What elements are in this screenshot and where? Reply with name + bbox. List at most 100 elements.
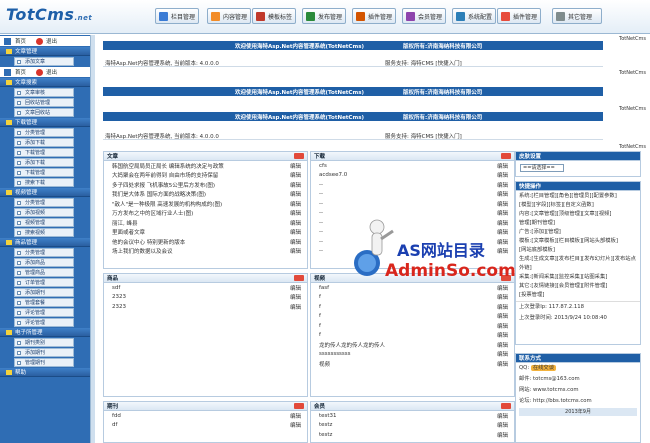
list-item[interactable]: cfs 编辑 <box>311 161 514 171</box>
list-item[interactable]: 多子四处求报 飞机事故5公里后方发布(图) 编辑 <box>104 180 307 190</box>
sidebar-item[interactable]: 添加期刊 <box>14 348 74 357</box>
topnav-tab-1[interactable]: 内容管理 <box>207 8 251 24</box>
sidebar-item[interactable]: 期刊类别 <box>14 338 74 347</box>
home-link[interactable]: 首页 <box>15 68 26 76</box>
quick-link-line[interactable]: 采集:[新闻采集][监控采集][站图采集] <box>519 273 637 282</box>
sidebar-item[interactable]: 管理期刊 <box>14 358 74 367</box>
quick-link-line[interactable]: 模板:[文章模板][栏目模板][网站头部模板] <box>519 237 637 246</box>
sidebar-item[interactable]: 订单管理 <box>14 278 74 287</box>
list-item[interactable]: 他的会议中心 特别更新的版本 编辑 <box>104 237 307 247</box>
sidebar-item[interactable]: 管理商品 <box>14 268 74 277</box>
list-item[interactable]: 韩国航空局局员正局长 编辑系统的决定与政策 编辑 <box>104 161 307 171</box>
edit-link[interactable]: 编辑 <box>290 209 301 217</box>
edit-link[interactable]: 编辑 <box>497 350 508 358</box>
sidebar-item[interactable]: 分类管理 <box>14 248 74 257</box>
sidebar-item[interactable]: 评论管理 <box>14 318 74 327</box>
list-item[interactable]: sssssssssss 编辑 <box>311 350 514 360</box>
quick-link-line[interactable]: 系统:[栏目管理][角色][管理员][配置参数] <box>519 192 637 201</box>
calendar-header[interactable]: 2013年9月 <box>519 408 637 416</box>
list-item[interactable]: fdd 编辑 <box>104 411 307 421</box>
list-item[interactable]: -- 编辑 <box>311 180 514 190</box>
quick-link-line[interactable]: 生成:[生成文章][发布栏目][发布幻灯片][发布站点外链] <box>519 255 637 273</box>
sidebar-group[interactable]: 下载管理 <box>0 118 90 127</box>
edit-link[interactable]: 编辑 <box>497 162 508 170</box>
list-item[interactable]: sdf 编辑 <box>104 283 307 293</box>
topnav-tab-8[interactable]: 其它管理 <box>552 8 602 24</box>
quick-link-line[interactable]: 管理[期刊管理] <box>519 219 637 228</box>
sidebar-item[interactable]: 分类管理 <box>14 198 74 207</box>
edit-link[interactable]: 编辑 <box>290 200 301 208</box>
theme-select[interactable]: ==请选择== <box>520 164 564 172</box>
edit-link[interactable]: 编辑 <box>290 228 301 236</box>
sidebar-group[interactable]: 电子所管理 <box>0 328 90 337</box>
edit-link[interactable]: 编辑 <box>290 284 301 292</box>
home-link[interactable]: 首页 <box>15 37 26 45</box>
list-item[interactable]: 万方发布之中的区域行业人士(图) 编辑 <box>104 209 307 219</box>
edit-link[interactable]: 编辑 <box>290 412 301 420</box>
edit-link[interactable]: 编辑 <box>290 421 301 429</box>
close-icon[interactable] <box>501 403 511 409</box>
sidebar-item[interactable]: 评论管理 <box>14 308 74 317</box>
quick-link-line[interactable]: [模型][字段][标签][自定义函数] <box>519 201 637 210</box>
qq-chat-button[interactable]: 在线交谈 <box>530 365 557 371</box>
edit-link[interactable]: 编辑 <box>497 421 508 429</box>
edit-link[interactable]: 编辑 <box>497 331 508 339</box>
quick-link-line[interactable]: 广告:[添加][管理] <box>519 228 637 237</box>
edit-link[interactable]: 编辑 <box>290 181 301 189</box>
list-item[interactable]: f 编辑 <box>311 321 514 331</box>
sidebar-item[interactable]: 添加期刊 <box>14 288 74 297</box>
edit-link[interactable]: 编辑 <box>497 322 508 330</box>
list-item[interactable]: 2323 编辑 <box>104 293 307 303</box>
quick-link-line[interactable]: [投票管理] <box>519 291 637 300</box>
edit-link[interactable]: 编辑 <box>497 341 508 349</box>
edit-link[interactable]: 编辑 <box>497 303 508 311</box>
edit-link[interactable]: 编辑 <box>497 312 508 320</box>
edit-link[interactable]: 编辑 <box>290 303 301 311</box>
sidebar-group[interactable]: 商品管理 <box>0 238 90 247</box>
quick-link-line[interactable]: 内容:[文章管理][顶级管理][文章][视频] <box>519 210 637 219</box>
sidebar-item[interactable]: 添加商品 <box>14 258 74 267</box>
list-item[interactable]: 里面或者文章 编辑 <box>104 228 307 238</box>
sidebar-item[interactable]: 下载管理 <box>14 148 74 157</box>
topnav-tab-0[interactable]: 栏目管理 <box>155 8 199 24</box>
list-item[interactable]: f 编辑 <box>311 312 514 322</box>
sidebar-item[interactable]: 视频管理 <box>14 218 74 227</box>
sidebar-item[interactable]: 添加视频 <box>14 208 74 217</box>
edit-link[interactable]: 编辑 <box>497 181 508 189</box>
list-item[interactable]: test31 编辑 <box>311 411 514 421</box>
sidebar-item[interactable]: 添加文章 <box>14 57 74 66</box>
list-item[interactable]: df 编辑 <box>104 421 307 431</box>
edit-link[interactable]: 编辑 <box>290 219 301 227</box>
sidebar-item[interactable]: 文章回收站 <box>14 108 74 117</box>
list-item[interactable]: acdsee7.0 编辑 <box>311 171 514 181</box>
list-item[interactable]: 场上我们的数据以及会议 编辑 <box>104 247 307 257</box>
sidebar-item[interactable]: 下载管理 <box>14 168 74 177</box>
edit-link[interactable]: 编辑 <box>290 238 301 246</box>
close-icon[interactable] <box>294 153 304 159</box>
list-item[interactable]: testz 编辑 <box>311 430 514 440</box>
sidebar-item[interactable]: 回收站管理 <box>14 98 74 107</box>
edit-link[interactable]: 编辑 <box>497 171 508 179</box>
sidebar-group[interactable]: 帮助 <box>0 368 90 377</box>
quick-link-line[interactable]: [网站底部模板] <box>519 246 637 255</box>
edit-link[interactable]: 编辑 <box>290 190 301 198</box>
topnav-tab-7[interactable]: 插件管理 <box>497 8 541 24</box>
edit-link[interactable]: 编辑 <box>497 200 508 208</box>
sidebar-group[interactable]: 文章搜索 <box>0 78 90 87</box>
sidebar-item[interactable]: 搜索下载 <box>14 178 74 187</box>
sidebar-group[interactable]: 文章管理 <box>0 47 90 56</box>
close-icon[interactable] <box>294 403 304 409</box>
list-item[interactable]: 视频 编辑 <box>311 359 514 369</box>
sidebar-item[interactable]: 分类管理 <box>14 128 74 137</box>
edit-link[interactable]: 编辑 <box>290 162 301 170</box>
sidebar-item[interactable]: 添加下载 <box>14 158 74 167</box>
sidebar-item[interactable]: 文章审核 <box>14 88 74 97</box>
exit-link[interactable]: 退出 <box>46 37 57 45</box>
quick-link-line[interactable]: 其它:[友情链接][会员管理][附件管理] <box>519 282 637 291</box>
edit-link[interactable]: 编辑 <box>290 247 301 255</box>
topnav-tab-6[interactable]: 系统配置 <box>452 8 496 24</box>
edit-link[interactable]: 编辑 <box>497 431 508 439</box>
close-icon[interactable] <box>294 275 304 281</box>
list-item[interactable]: f 编辑 <box>311 302 514 312</box>
edit-link[interactable]: 编辑 <box>290 171 301 179</box>
